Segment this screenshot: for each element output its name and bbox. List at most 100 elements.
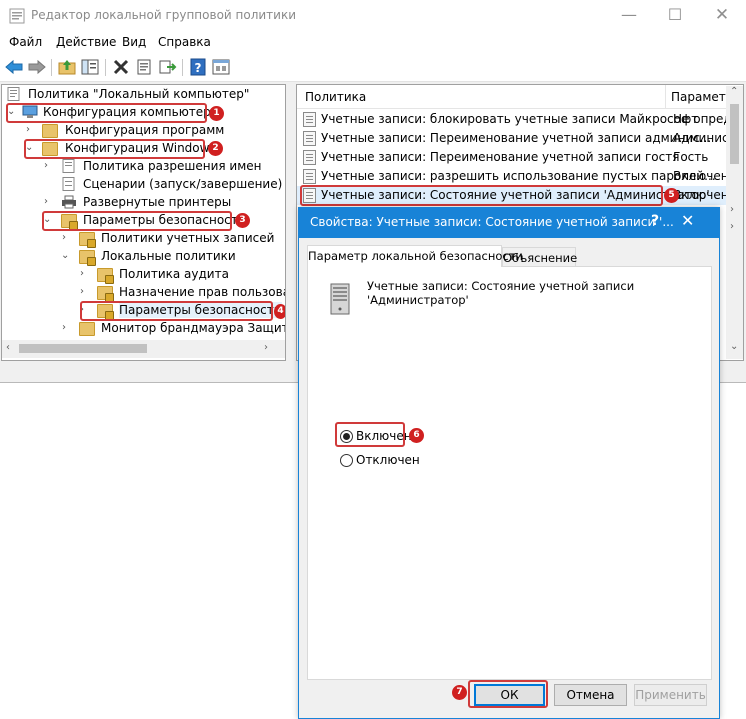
folder-icon	[79, 322, 95, 336]
scroll-arrow-icon[interactable]: ›	[730, 204, 734, 215]
step-badge-7: 7	[452, 685, 467, 700]
menu-help[interactable]: Справка	[158, 35, 211, 49]
ok-button[interactable]: ОК	[474, 684, 545, 706]
server-icon	[330, 283, 350, 315]
window-title: Редактор локальной групповой политики	[31, 8, 297, 22]
tree-item-label: Монитор брандмауэра Защит	[101, 321, 286, 335]
step-badge-2: 2	[208, 141, 223, 156]
script-icon	[62, 177, 75, 191]
tree-root[interactable]: Политика "Локальный компьютер"	[6, 86, 285, 104]
tree-item-label: Политика аудита	[119, 267, 229, 281]
chevron-right-icon[interactable]: ›	[44, 159, 54, 173]
list-header: Политика ⌃ Параметр	[297, 85, 743, 109]
tree-item-name-resolution[interactable]: › Политика разрешения имен	[42, 158, 285, 176]
scroll-left-icon[interactable]: ‹	[6, 342, 10, 353]
chevron-right-icon[interactable]: ›	[80, 285, 90, 299]
forward-icon[interactable]	[27, 58, 47, 76]
tree-item-scripts[interactable]: Сценарии (запуск/завершение)	[42, 176, 285, 194]
scrollbar-thumb[interactable]	[730, 104, 739, 164]
column-header-setting[interactable]: Параметр	[671, 90, 733, 104]
dialog-title-bar: Свойства: Учетные записи: Состояние учет…	[299, 208, 719, 238]
dialog-tab-panel: Учетные записи: Состояние учетной записи…	[307, 266, 712, 680]
radio-unchecked-icon[interactable]	[340, 454, 353, 467]
chevron-right-icon[interactable]: ›	[62, 231, 72, 245]
tree-item-user-rights[interactable]: › Назначение прав пользова	[78, 284, 285, 302]
menu-file[interactable]: Файл	[9, 35, 42, 49]
lock-folder-icon	[79, 250, 96, 266]
list-row[interactable]: Учетные записи: Переименование учетной з…	[297, 148, 743, 167]
chevron-right-icon[interactable]: ›	[44, 195, 54, 209]
lock-folder-icon	[97, 268, 114, 284]
policy-doc-icon	[7, 87, 20, 101]
tree-item-printers[interactable]: › Развернутые принтеры	[42, 194, 285, 212]
step-badge-4: 4	[274, 304, 285, 319]
tree-item-software-config[interactable]: › Конфигурация программ	[24, 122, 284, 140]
close-button[interactable]: ✕	[699, 0, 745, 31]
console-icon[interactable]	[211, 58, 231, 76]
dialog-close-icon[interactable]: ✕	[681, 211, 694, 230]
export-icon[interactable]	[157, 58, 177, 76]
tree-horizontal-scrollbar[interactable]: ‹ ›	[2, 340, 285, 358]
cancel-button[interactable]: Отмена	[554, 684, 627, 706]
chevron-right-icon[interactable]: ›	[80, 267, 90, 281]
radio-disabled-label: Отключен	[356, 453, 420, 467]
policy-icon	[303, 169, 316, 184]
policy-icon	[303, 112, 316, 127]
tree-item-label: Развернутые принтеры	[83, 195, 232, 209]
scroll-up-icon[interactable]: ⌃	[730, 86, 738, 97]
list-row[interactable]: Учетные записи: блокировать учетные запи…	[297, 110, 743, 129]
step-badge-5: 5	[664, 188, 679, 203]
tree-pane[interactable]: Политика "Локальный компьютер" ⌄ Конфигу…	[1, 84, 286, 361]
dialog-help-button[interactable]: ?	[651, 213, 659, 229]
tree-item-label: Политика разрешения имен	[83, 159, 262, 173]
tree-item-audit-policy[interactable]: › Политика аудита	[78, 266, 285, 284]
menu-action[interactable]: Действие	[56, 35, 116, 49]
menu-bar: Файл Действие Вид Справка	[0, 31, 746, 53]
help-icon[interactable]: ?	[188, 58, 208, 76]
lock-folder-icon	[79, 232, 96, 248]
highlight-box-1	[6, 103, 207, 123]
menu-view[interactable]: Вид	[122, 35, 146, 49]
step-badge-6: 6	[409, 428, 424, 443]
tab-local-security-setting[interactable]: Параметр локальной безопасности	[307, 245, 523, 267]
highlight-box-5	[300, 185, 663, 206]
toolbar: ?	[0, 53, 746, 82]
apply-button[interactable]: Применить	[634, 684, 707, 706]
title-bar: Редактор локальной групповой политики — …	[0, 0, 746, 31]
sort-up-icon: ⌃	[479, 84, 487, 91]
scroll-arrow-icon[interactable]: ›	[730, 221, 734, 232]
tree-item-label: Политики учетных записей	[101, 231, 275, 245]
gpedit-app-icon	[9, 8, 25, 24]
tree-item-account-policies[interactable]: › Политики учетных записей	[60, 230, 285, 248]
properties-icon[interactable]	[134, 58, 154, 76]
chevron-right-icon[interactable]: ›	[26, 123, 36, 137]
show-tree-icon[interactable]	[80, 58, 100, 76]
chevron-right-icon[interactable]: ›	[62, 321, 72, 335]
minimize-button[interactable]: —	[606, 0, 652, 31]
list-vertical-scrollbar[interactable]: ⌃ › › ⌄	[726, 86, 743, 359]
up-folder-icon[interactable]	[57, 58, 77, 76]
scroll-down-icon[interactable]: ⌄	[730, 341, 738, 352]
tree-item-firewall[interactable]: › Монитор брандмауэра Защит	[60, 320, 286, 338]
policy-icon	[303, 131, 316, 146]
policy-doc-icon	[62, 159, 75, 173]
step-badge-1: 1	[209, 106, 224, 121]
highlight-box-6	[335, 422, 405, 447]
scroll-right-icon[interactable]: ›	[264, 342, 268, 353]
radio-disabled[interactable]: Отключен	[339, 452, 459, 470]
printer-icon	[62, 195, 76, 209]
column-header-policy[interactable]: Политика	[305, 90, 366, 104]
highlight-box-3	[42, 211, 232, 231]
list-row[interactable]: Учетные записи: Переименование учетной з…	[297, 129, 743, 148]
tree-item-label: Сценарии (запуск/завершение)	[83, 177, 283, 191]
chevron-down-icon[interactable]: ⌄	[61, 249, 71, 263]
step-badge-3: 3	[235, 213, 250, 228]
maximize-button[interactable]: ☐	[652, 0, 698, 31]
highlight-box-4	[80, 301, 273, 321]
policy-description: Учетные записи: Состояние учетной записи…	[367, 279, 635, 307]
delete-icon[interactable]	[111, 58, 131, 76]
tree-item-local-policies[interactable]: ⌄ Локальные политики	[60, 248, 285, 266]
scrollbar-thumb[interactable]	[19, 344, 147, 353]
list-row[interactable]: Учетные записи: разрешить использование …	[297, 167, 743, 186]
back-icon[interactable]	[4, 58, 24, 76]
